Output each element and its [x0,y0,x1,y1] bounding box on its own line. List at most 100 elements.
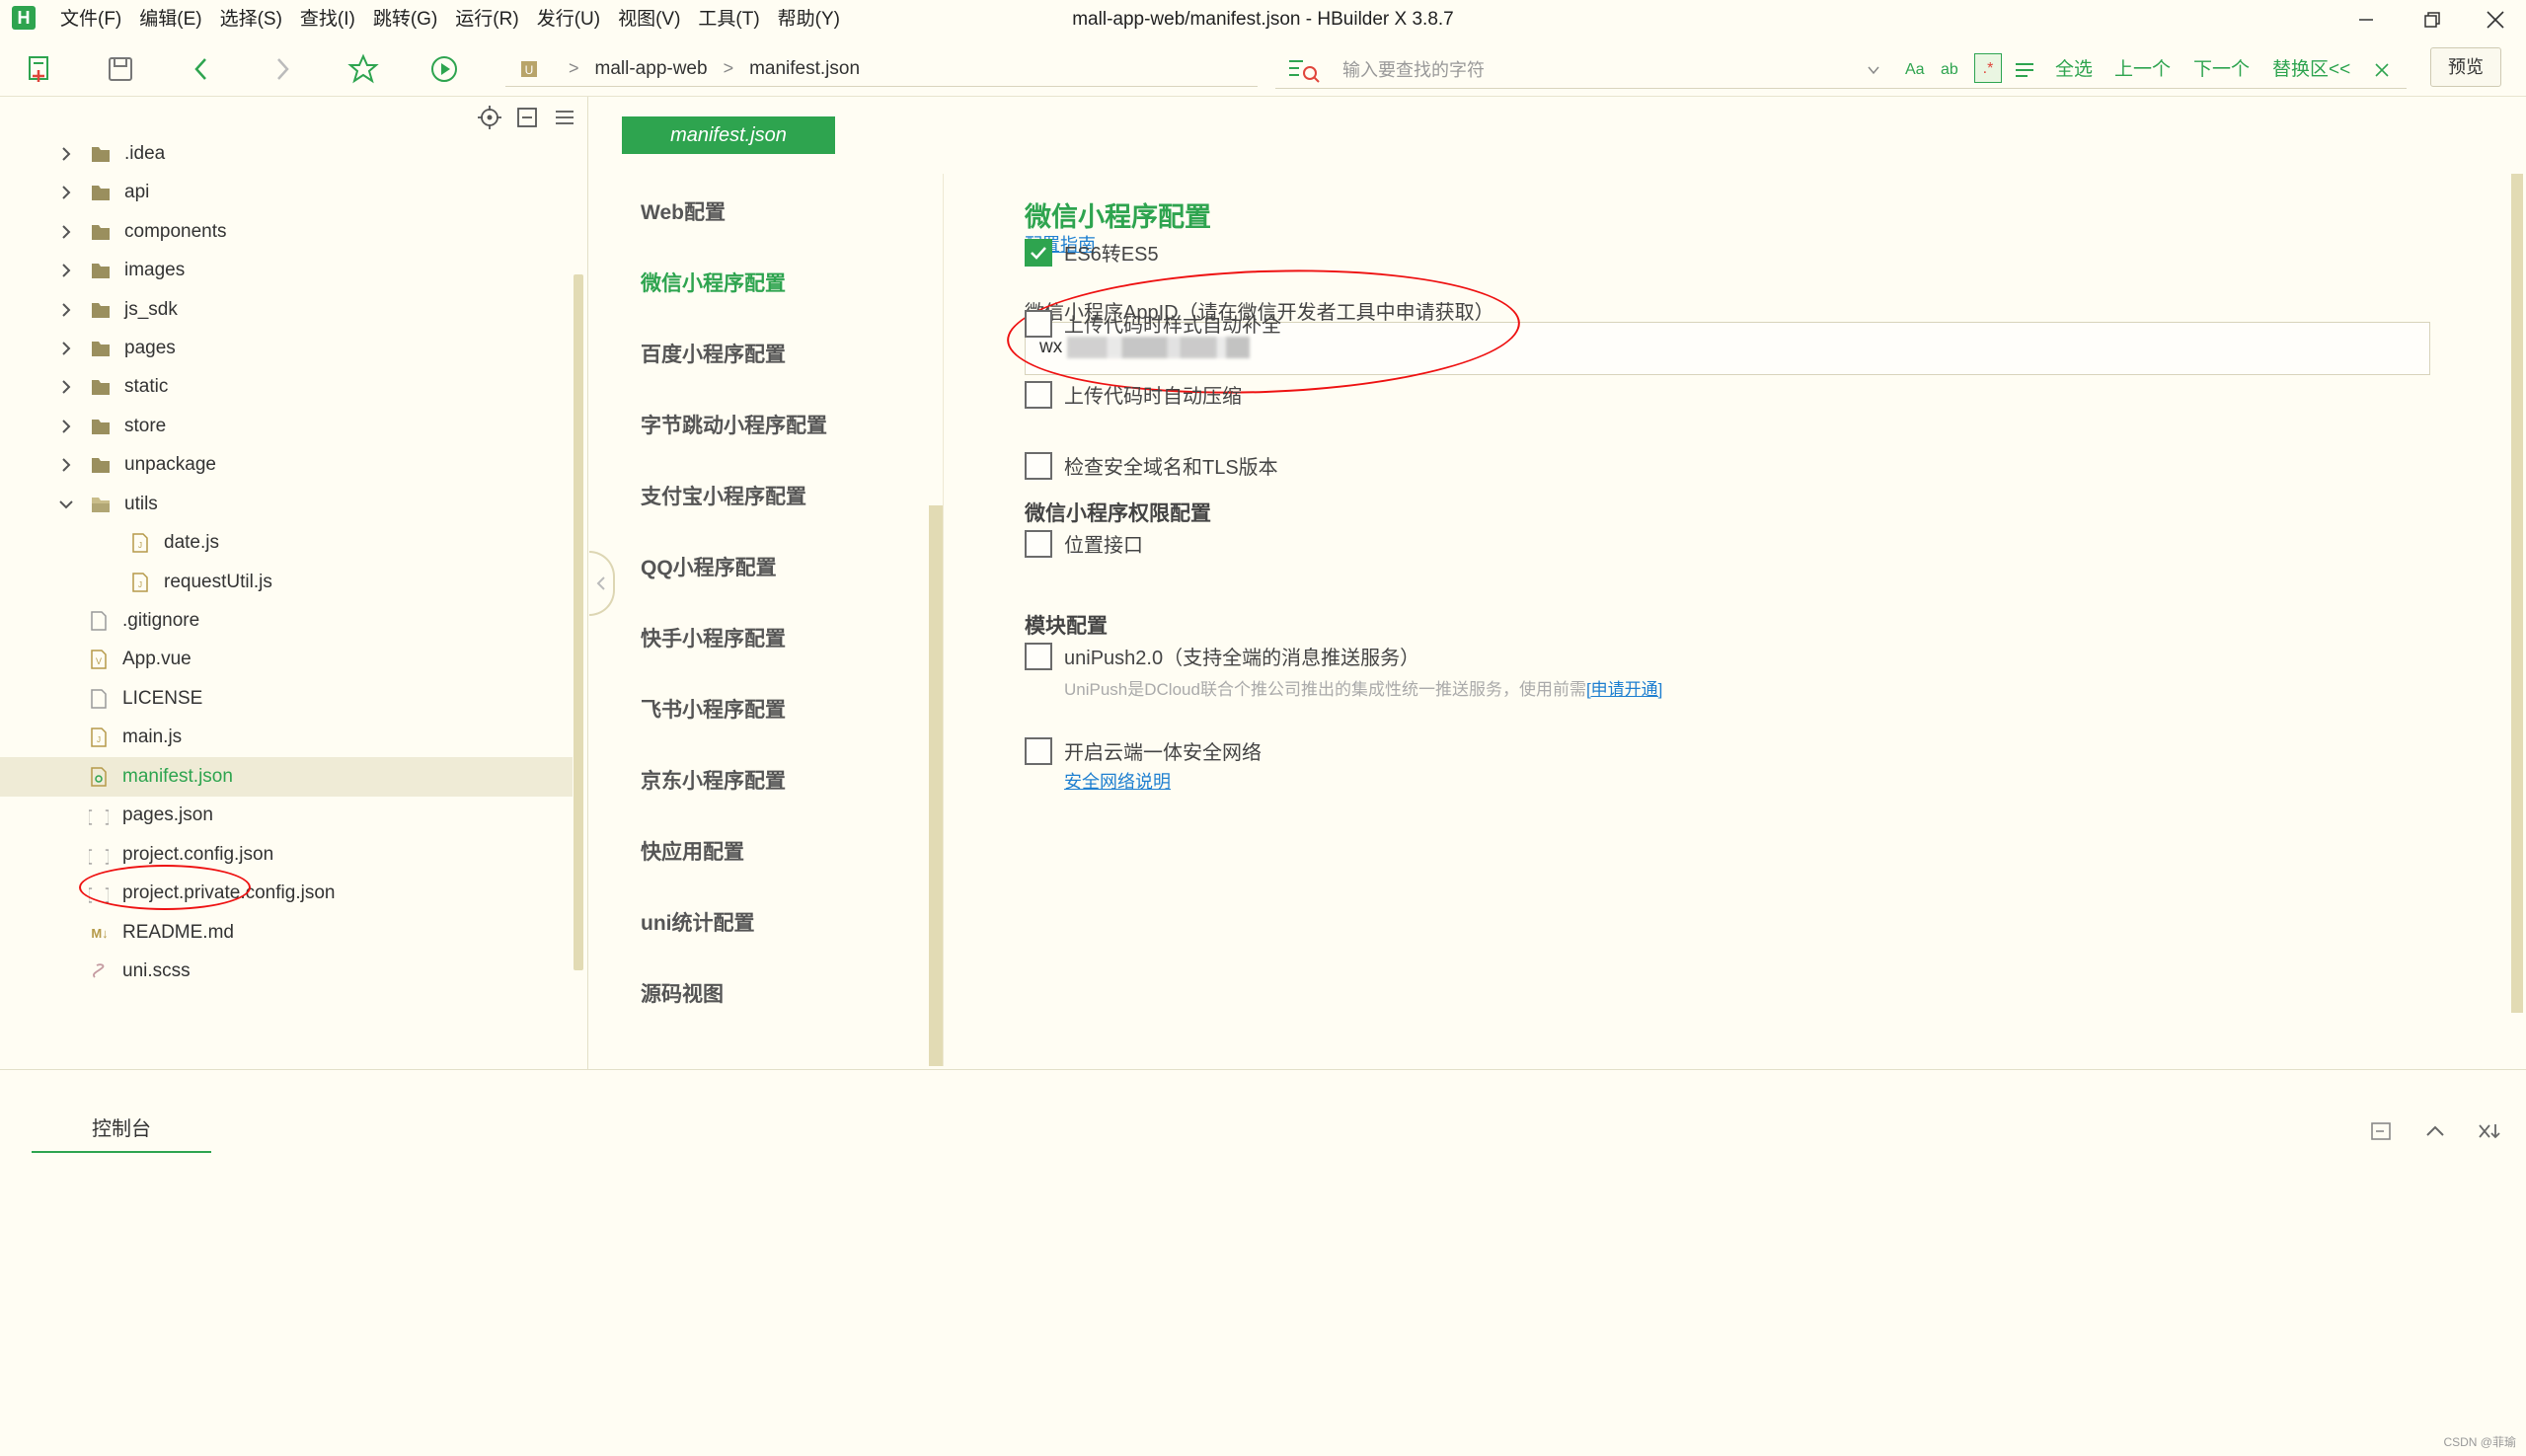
file-item[interactable]: LICENSE [0,679,573,719]
expand-toggle[interactable] [57,262,75,279]
folder-item[interactable]: .idea [0,134,573,174]
menu-item[interactable]: 运行(R) [446,0,527,39]
file-item[interactable]: [ ] project.config.json [0,835,573,875]
config-nav-item[interactable]: 京东小程序配置 [641,765,786,795]
expand-toggle[interactable] [57,184,75,201]
new-file-button[interactable] [22,51,57,87]
option-checkbox[interactable] [1025,238,1052,267]
expand-toggle[interactable] [57,145,75,163]
tab-manifest-json[interactable]: manifest.json [622,116,835,154]
config-nav-item[interactable]: 快手小程序配置 [641,623,786,652]
folder-item[interactable]: images [0,251,573,290]
folder-item[interactable]: js_sdk [0,290,573,330]
option-checkbox-row[interactable]: ES6转ES5 [1025,238,1159,267]
collapse-sidebar-button[interactable] [589,551,615,616]
close-button[interactable] [2466,0,2525,39]
back-button[interactable] [184,51,219,87]
menu-item[interactable]: 视图(V) [609,0,689,39]
menu-item[interactable]: 文件(F) [51,0,130,39]
run-button[interactable] [426,51,462,87]
menu-item[interactable]: 发行(U) [528,0,609,39]
find-next-button[interactable]: 下一个 [2193,55,2250,85]
expand-toggle[interactable] [57,378,75,396]
collapse-all-icon[interactable] [514,105,540,130]
maximize-console-button[interactable] [2417,1113,2453,1149]
folder-item[interactable]: components [0,212,573,252]
save-button[interactable] [103,51,138,87]
config-nav-item[interactable]: 快应用配置 [641,836,744,866]
file-item[interactable]: manifest.json [0,757,573,797]
menu-item[interactable]: 编辑(E) [130,0,210,39]
menu-icon[interactable] [552,105,577,130]
menu-item[interactable]: 跳转(G) [364,0,446,39]
folder-item[interactable]: unpackage [0,445,573,485]
unipush-checkbox[interactable] [1025,642,1052,670]
config-nav-scrollbar[interactable] [929,505,943,1066]
option-checkbox[interactable] [1025,309,1052,338]
file-item[interactable]: [ ] pages.json [0,796,573,835]
expand-toggle[interactable] [57,456,75,474]
folder-item[interactable]: store [0,407,573,446]
config-nav-item[interactable]: 飞书小程序配置 [641,694,786,724]
secure-network-doc-link[interactable]: 安全网络说明 [1064,772,1171,792]
location-permission-checkbox[interactable] [1025,529,1052,558]
config-nav-item[interactable]: QQ小程序配置 [641,552,777,581]
expand-toggle[interactable] [57,223,75,241]
open-log-button[interactable] [2363,1113,2399,1149]
file-item[interactable]: Jmain.js [0,718,573,757]
expand-toggle[interactable] [57,496,75,513]
select-all-button[interactable]: 全选 [2055,55,2093,85]
expand-toggle[interactable] [57,418,75,435]
whole-word-toggle[interactable]: ab [1941,55,1958,85]
option-checkbox-row[interactable]: 上传代码时自动压缩 [1025,380,1242,409]
chevron-down-icon[interactable] [1866,62,1881,78]
config-nav-item[interactable]: 源码视图 [641,978,724,1008]
restore-button[interactable] [2403,0,2462,39]
expand-toggle[interactable] [57,301,75,319]
option-checkbox[interactable] [1025,451,1052,480]
find-previous-button[interactable]: 上一个 [2114,55,2171,85]
preview-button[interactable]: 预览 [2430,47,2501,87]
file-item[interactable]: JrequestUtil.js [0,563,573,602]
secure-network-checkbox-row[interactable]: 开启云端一体安全网络 [1025,736,1262,765]
search-input[interactable] [1342,55,1836,85]
folder-item[interactable]: utils [0,485,573,524]
file-item[interactable]: uni.scss [0,952,573,991]
breadcrumb-file[interactable]: manifest.json [749,58,860,80]
replace-toggle-button[interactable]: 替换区<< [2272,55,2350,85]
location-permission-checkbox-row[interactable]: 位置接口 [1025,529,1143,558]
file-item[interactable]: V App.vue [0,640,573,679]
file-item[interactable]: M↓ README.md [0,913,573,953]
config-nav-item[interactable]: 百度小程序配置 [641,339,786,368]
folder-item[interactable]: pages [0,329,573,368]
menu-item[interactable]: 选择(S) [211,0,291,39]
file-item[interactable]: .gitignore [0,601,573,641]
menu-item[interactable]: 帮助(Y) [769,0,849,39]
breadcrumb-project[interactable]: mall-app-web [595,58,708,80]
folder-item[interactable]: static [0,367,573,407]
config-nav-item[interactable]: 支付宝小程序配置 [641,481,806,510]
option-checkbox[interactable] [1025,380,1052,409]
menu-item[interactable]: 查找(I) [291,0,364,39]
close-console-button[interactable] [2472,1113,2507,1149]
expand-toggle[interactable] [57,340,75,357]
unipush-apply-link[interactable]: [申请开通] [1586,680,1662,699]
regex-toggle[interactable]: .* [1974,53,2002,83]
menu-item[interactable]: 工具(T) [689,0,768,39]
folder-item[interactable]: api [0,173,573,212]
file-item[interactable]: Jdate.js [0,523,573,563]
option-checkbox-row[interactable]: 检查安全域名和TLS版本 [1025,451,1278,480]
config-nav-item[interactable]: 字节跳动小程序配置 [641,410,827,439]
unipush-checkbox-row[interactable]: uniPush2.0（支持全端的消息推送服务） [1025,642,1419,670]
config-nav-item[interactable]: Web配置 [641,196,726,226]
match-case-toggle[interactable]: Aa [1905,55,1925,85]
option-checkbox-row[interactable]: 上传代码时样式自动补全 [1025,309,1281,338]
tab-console[interactable]: 控制台 [32,1110,211,1153]
locate-file-icon[interactable] [477,105,502,130]
forward-button[interactable] [265,51,300,87]
content-scrollbar[interactable] [2511,174,2523,1013]
explorer-scrollbar[interactable] [574,274,583,970]
minimize-button[interactable] [2336,0,2396,39]
wrap-lines-icon[interactable] [2014,59,2035,81]
config-nav-item[interactable]: uni统计配置 [641,907,755,937]
